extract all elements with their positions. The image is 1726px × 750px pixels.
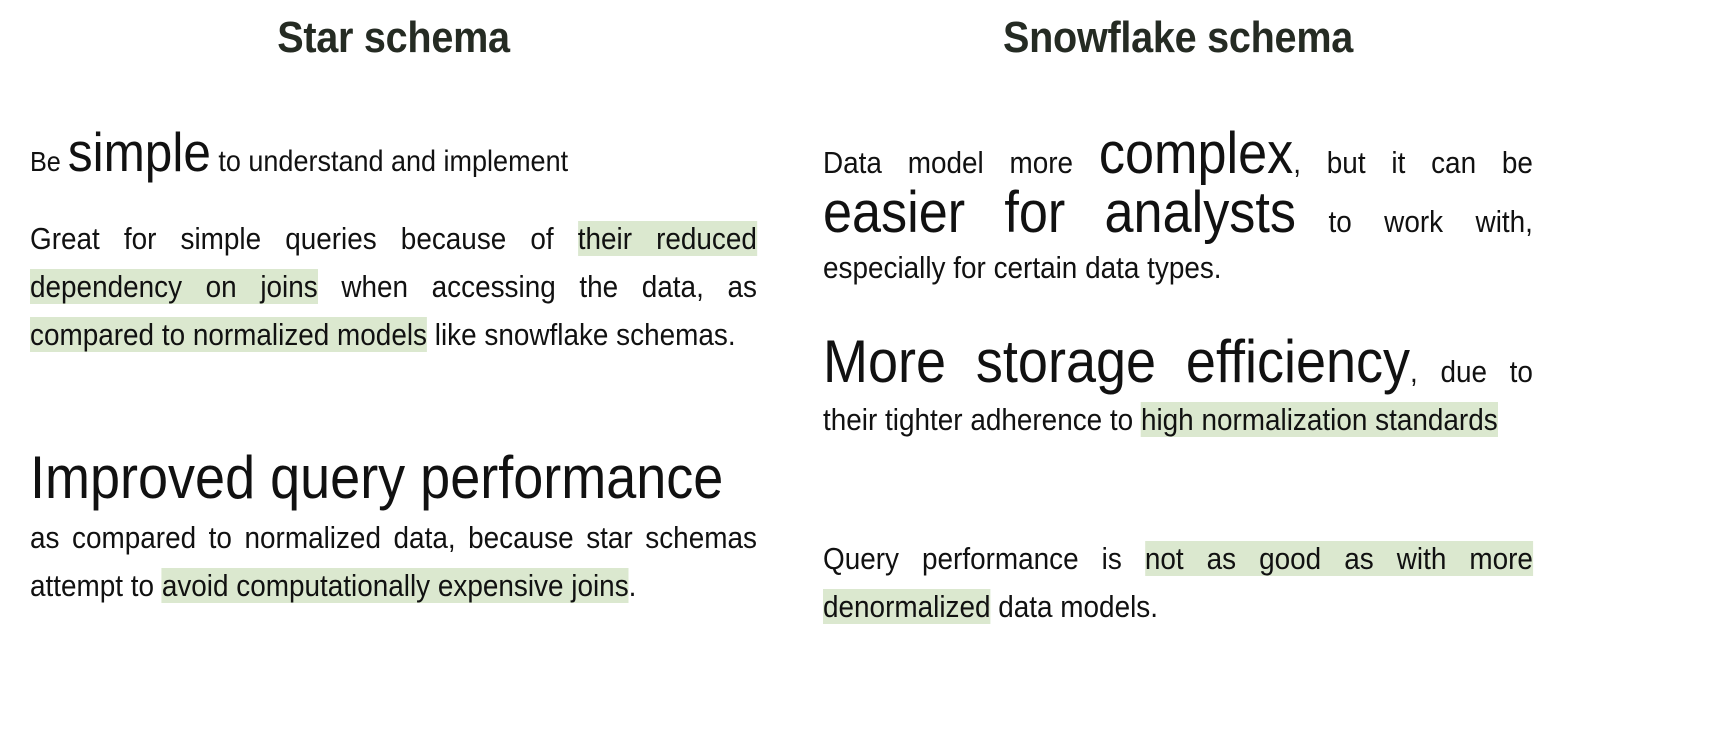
paragraph-star-p2: Great for simple queries because of thei…: [30, 215, 757, 359]
inline-heading-more-storage-efficiency: More storage efficiency: [823, 328, 1411, 395]
paragraph-snow-p3: Query performance is not as good as with…: [823, 535, 1533, 631]
column-title-star-schema: Star schema: [277, 13, 510, 62]
emphasis-run-simple: simple: [67, 121, 211, 183]
highlight-run: compared to normalized models: [30, 317, 427, 353]
text-run: , but it can be: [1293, 145, 1533, 180]
emphasis-run-easier-for-analysts: easier for analysts: [823, 179, 1297, 245]
highlight-run: avoid computationally expensive joins: [161, 568, 629, 604]
text-run: when accessing the data, as: [317, 269, 757, 305]
text-run: Query performance is: [823, 541, 1145, 576]
slide-canvas: Star schema Be simple to understand and …: [0, 0, 1726, 750]
text-run: Great for simple queries because of: [30, 221, 578, 256]
paragraph-snow-p1: Data model more complex, but it can be e…: [823, 125, 1533, 292]
paragraph-snow-p2: More storage efficiency, due to their ti…: [823, 332, 1533, 444]
column-snowflake-schema: Snowflake schema Data model more complex…: [823, 0, 1533, 625]
column-star-schema: Star schema Be simple to understand and …: [30, 0, 757, 604]
text-run: to understand and implement: [210, 145, 569, 178]
paragraph-star-p3: Improved query performance as compared t…: [30, 448, 757, 610]
text-run: Data model more: [823, 145, 1099, 180]
text-run: .: [628, 568, 637, 604]
emphasis-run-complex: complex: [1098, 121, 1294, 186]
highlight-run: high normalization standards: [1140, 402, 1498, 438]
column-title-snowflake-schema: Snowflake schema: [1002, 13, 1354, 62]
paragraph-star-p1: Be simple to understand and implement: [30, 125, 757, 180]
text-run: Be: [30, 146, 68, 177]
text-run: like snowflake schemas.: [426, 317, 736, 353]
inline-heading-improved-query-performance: Improved query performance: [30, 444, 724, 511]
text-run: data models.: [990, 589, 1158, 625]
